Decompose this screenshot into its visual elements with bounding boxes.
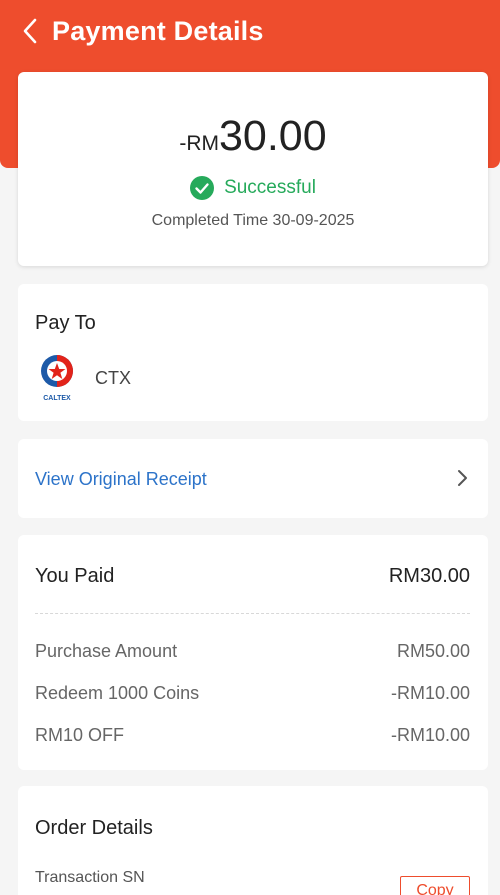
amount-display: -RM 30.00 (18, 112, 488, 161)
page-title: Payment Details (52, 15, 264, 46)
order-details-card: Order Details Transaction SN Copy (18, 786, 488, 895)
you-paid-total: RM30.00 (388, 565, 470, 587)
back-button[interactable] (8, 0, 52, 62)
line-item-redeem-coins: Redeem 1000 Coins -RM10.00 (35, 683, 470, 704)
dashed-divider (35, 613, 470, 614)
status-row: Successful (18, 176, 488, 200)
pay-to-card: Pay To CALTEX CTX (18, 284, 488, 421)
order-details-title: Order Details (35, 817, 153, 839)
chevron-right-icon (458, 470, 467, 486)
line-item-voucher: RM10 OFF -RM10.00 (35, 725, 470, 746)
caltex-logo-text: CALTEX (43, 395, 71, 402)
amount-summary-card: -RM 30.00 Successful Completed Time 30-0… (18, 72, 488, 266)
line-item-label: RM10 OFF (35, 725, 125, 745)
line-item-value: -RM10.00 (390, 683, 470, 703)
line-item-value: RM50.00 (396, 641, 470, 661)
transaction-sn-label: Transaction SN (35, 869, 145, 886)
back-arrow-icon (23, 18, 37, 44)
amount-value: 30.00 (219, 112, 327, 160)
view-receipt-card[interactable]: View Original Receipt (18, 439, 488, 518)
status-text: Successful (224, 177, 316, 198)
amount-prefix: -RM (179, 132, 220, 155)
caltex-logo-icon: CALTEX (41, 355, 73, 402)
you-paid-label: You Paid (35, 565, 115, 587)
view-receipt-link[interactable]: View Original Receipt (35, 469, 207, 490)
top-bar: Payment Details (0, 0, 500, 62)
copy-button[interactable]: Copy (400, 876, 470, 895)
you-paid-row: You Paid RM30.00 (35, 565, 470, 588)
pay-to-title: Pay To (35, 312, 96, 334)
line-item-value: -RM10.00 (390, 725, 470, 745)
line-item-label: Redeem 1000 Coins (35, 683, 200, 703)
line-item-purchase-amount: Purchase Amount RM50.00 (35, 641, 470, 662)
line-item-label: Purchase Amount (35, 641, 178, 661)
you-paid-card: You Paid RM30.00 Purchase Amount RM50.00… (18, 535, 488, 770)
completed-time: Completed Time 30-09-2025 (151, 212, 355, 229)
merchant-name: CTX (95, 368, 131, 388)
check-circle-icon (190, 176, 215, 200)
